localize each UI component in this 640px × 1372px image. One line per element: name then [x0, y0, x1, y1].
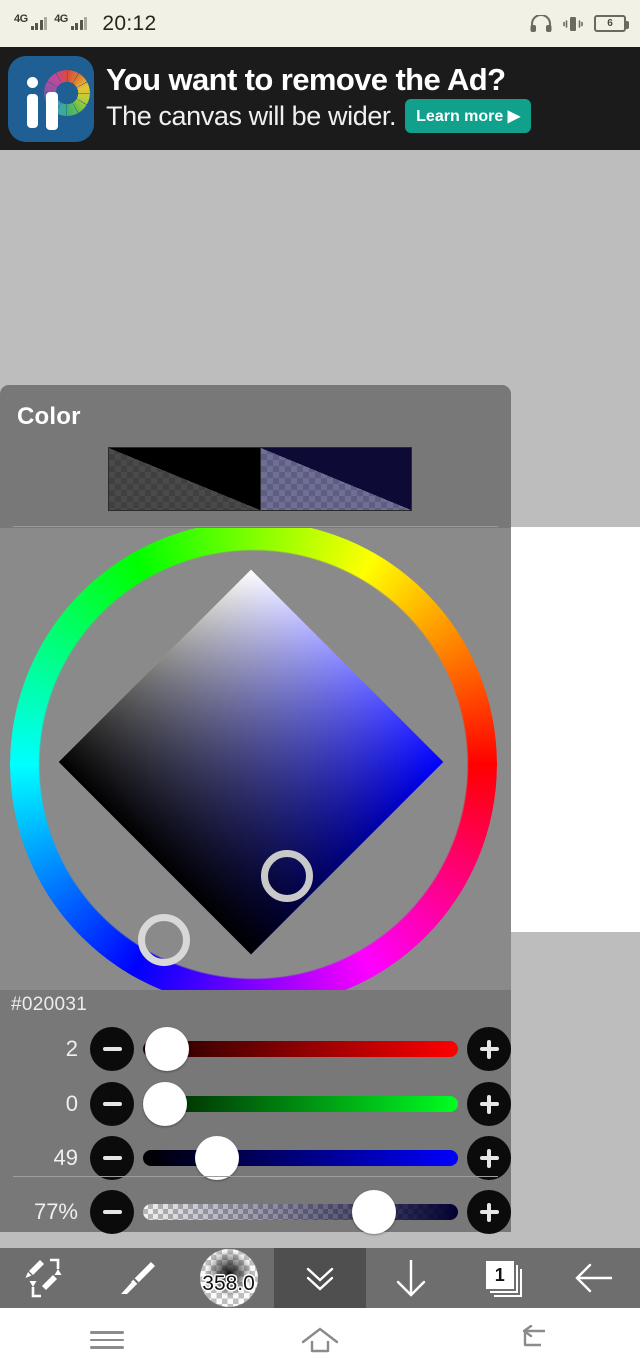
- green-value: 0: [65, 1091, 78, 1116]
- save-download-button[interactable]: [366, 1248, 457, 1308]
- saturation-value-handle[interactable]: [261, 850, 313, 902]
- slider-row-green: 0: [0, 1077, 511, 1131]
- bottom-toolbar: 358.0 1: [0, 1248, 640, 1308]
- back-button[interactable]: [549, 1248, 640, 1308]
- learn-more-button[interactable]: Learn more ▶: [405, 98, 532, 133]
- recents-icon: [89, 1326, 124, 1354]
- layers-icon: 1: [482, 1257, 524, 1299]
- ad-headline: You want to remove the Ad?: [106, 62, 506, 98]
- arrow-down-icon: [397, 1260, 426, 1297]
- alpha-increment-button[interactable]: [467, 1190, 511, 1234]
- home-icon: [301, 1327, 339, 1353]
- back-icon: [523, 1325, 546, 1347]
- layers-button[interactable]: 1: [457, 1248, 548, 1308]
- signal-indicator-1: 4G: [14, 13, 48, 30]
- color-sliders: #020031 2 0 49 77%: [0, 990, 511, 1234]
- green-slider[interactable]: [143, 1082, 458, 1126]
- panel-title: Color: [17, 403, 81, 430]
- ad-subline: The canvas will be wider.: [106, 100, 397, 131]
- brush-eraser-swap-icon: [25, 1258, 62, 1298]
- signal-bars-1: [30, 17, 48, 30]
- panel-divider: [13, 526, 498, 527]
- brush-eraser-swap-button[interactable]: [0, 1248, 91, 1308]
- green-increment-button[interactable]: [467, 1082, 511, 1126]
- app-workspace: Color #020031 2 0 49 77%: [0, 150, 640, 1256]
- status-bar-left: 4G 4G 20:12: [14, 12, 156, 36]
- color-wheel-area[interactable]: [0, 528, 511, 990]
- previous-color-swatch[interactable]: [109, 448, 260, 510]
- blue-decrement-button[interactable]: [90, 1136, 134, 1180]
- slider-row-alpha: 77%: [0, 1176, 511, 1239]
- blue-knob[interactable]: [195, 1136, 240, 1180]
- nav-back-button[interactable]: [427, 1308, 640, 1372]
- alpha-divider: [13, 1176, 498, 1177]
- signal-indicator-2: 4G: [54, 13, 88, 30]
- slider-row-red: 2: [0, 1022, 511, 1076]
- alpha-track: [143, 1204, 458, 1220]
- brush-size-label: 358.0: [202, 1272, 255, 1295]
- nav-recents-button[interactable]: [0, 1308, 213, 1372]
- status-bar-clock: 20:12: [102, 11, 157, 35]
- red-increment-button[interactable]: [467, 1027, 511, 1071]
- green-knob[interactable]: [143, 1082, 187, 1126]
- battery-icon: 6: [594, 15, 629, 32]
- alpha-slider[interactable]: [143, 1190, 458, 1234]
- ad-banner[interactable]: You want to remove the Ad? The canvas wi…: [0, 47, 640, 150]
- chevron-double-down-icon: [306, 1267, 334, 1291]
- blue-track: [143, 1150, 458, 1166]
- layers-count-label: 1: [494, 1264, 505, 1285]
- collapse-panel-button[interactable]: [274, 1248, 366, 1308]
- brush-size-button[interactable]: 358.0: [183, 1248, 274, 1308]
- ibis-paint-logo-icon: [8, 55, 94, 142]
- network-type-label-2: 4G: [54, 13, 68, 25]
- headphones-icon: [530, 14, 552, 32]
- alpha-knob[interactable]: [351, 1190, 396, 1234]
- ad-text: You want to remove the Ad? The canvas wi…: [94, 62, 632, 133]
- blue-value: 49: [53, 1145, 78, 1170]
- brush-tool-button[interactable]: [91, 1248, 182, 1308]
- green-track: [143, 1096, 458, 1112]
- blue-increment-button[interactable]: [467, 1136, 511, 1180]
- red-slider[interactable]: [143, 1027, 458, 1071]
- android-nav-bar: [0, 1308, 640, 1372]
- red-value: 2: [65, 1036, 78, 1061]
- signal-bars-2: [70, 17, 88, 30]
- status-bar: 4G 4G 20:12 6: [0, 0, 640, 47]
- vibrate-icon: [563, 16, 583, 31]
- red-track: [143, 1041, 458, 1057]
- arrow-left-icon: [575, 1263, 613, 1293]
- alpha-decrement-button[interactable]: [90, 1190, 134, 1234]
- red-knob[interactable]: [145, 1027, 190, 1071]
- color-picker-panel: Color #020031 2 0 49 77%: [0, 385, 511, 1234]
- red-decrement-button[interactable]: [90, 1027, 134, 1071]
- brush-size-preview: 358.0: [199, 1249, 258, 1307]
- current-color-swatch[interactable]: [260, 448, 411, 510]
- hue-handle[interactable]: [138, 914, 190, 966]
- status-bar-right: 6: [530, 14, 629, 33]
- green-decrement-button[interactable]: [90, 1082, 134, 1126]
- color-panel-header: Color: [0, 385, 511, 528]
- network-type-label-1: 4G: [14, 13, 28, 25]
- brush-icon: [121, 1262, 156, 1294]
- battery-level-label: 6: [607, 18, 613, 29]
- color-swatches: [108, 447, 412, 511]
- nav-home-button[interactable]: [213, 1308, 426, 1372]
- hex-color-value[interactable]: #020031: [11, 994, 87, 1016]
- blue-slider[interactable]: [143, 1136, 458, 1180]
- alpha-value: 77%: [33, 1199, 78, 1224]
